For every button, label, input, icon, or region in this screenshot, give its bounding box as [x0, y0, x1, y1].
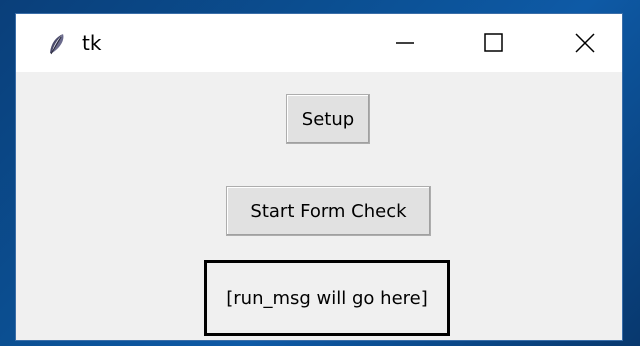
feather-icon [46, 32, 68, 56]
minimize-icon [396, 42, 414, 44]
close-icon [575, 33, 595, 53]
maximize-icon [484, 33, 503, 52]
run-message-label: [run_msg will go here] [204, 260, 450, 336]
start-form-check-button[interactable]: Start Form Check [226, 186, 431, 236]
close-button[interactable] [538, 14, 622, 72]
run-message-text: [run_msg will go here] [226, 287, 428, 309]
maximize-button[interactable] [448, 14, 540, 72]
app-window: tk Setup Start Form Check [run_msg will … [16, 14, 622, 340]
title-bar[interactable]: tk [16, 14, 622, 72]
window-title: tk [82, 31, 102, 55]
minimize-button[interactable] [356, 14, 448, 72]
setup-button[interactable]: Setup [286, 94, 370, 144]
